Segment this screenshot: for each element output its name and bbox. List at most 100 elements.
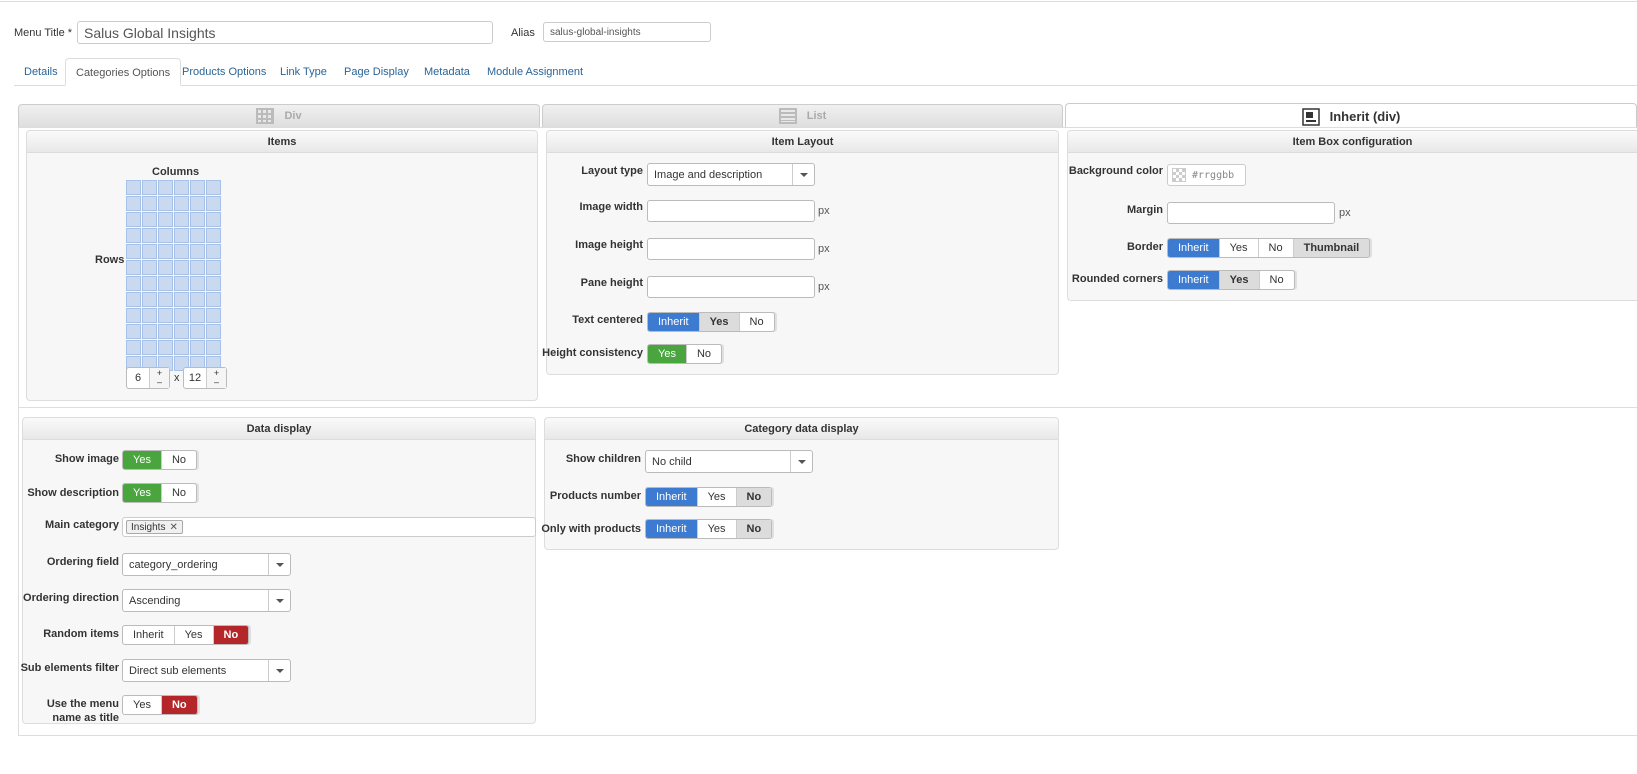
grid-cell[interactable]: [190, 292, 205, 307]
rounded-corners-no[interactable]: No: [1260, 271, 1294, 289]
layout-type-select[interactable]: Image and description: [647, 163, 815, 186]
grid-cell[interactable]: [206, 196, 221, 211]
grid-cell[interactable]: [174, 228, 189, 243]
grid-cell[interactable]: [174, 196, 189, 211]
text-centered-yes[interactable]: Yes: [699, 313, 740, 331]
menu-title-input[interactable]: Salus Global Insights: [77, 21, 493, 44]
grid-cell[interactable]: [206, 324, 221, 339]
random-items-no[interactable]: No: [213, 626, 249, 644]
tab-module-assignment[interactable]: Module Assignment: [477, 58, 593, 86]
grid-cell[interactable]: [174, 276, 189, 291]
show-image-toggle[interactable]: Yes No: [122, 450, 198, 470]
grid-cell[interactable]: [126, 324, 141, 339]
rounded-corners-yes[interactable]: Yes: [1219, 271, 1260, 289]
grid-cell[interactable]: [158, 244, 173, 259]
grid-cell[interactable]: [126, 244, 141, 259]
grid-cell[interactable]: [126, 180, 141, 195]
grid-cell[interactable]: [174, 292, 189, 307]
border-toggle[interactable]: Inherit Yes No Thumbnail: [1167, 238, 1371, 258]
grid-cell[interactable]: [158, 212, 173, 227]
grid-cell[interactable]: [142, 340, 157, 355]
tab-details[interactable]: Details: [14, 58, 68, 86]
columns-stepper[interactable]: 6 + –: [126, 367, 170, 389]
grid-cell[interactable]: [190, 324, 205, 339]
grid-cell[interactable]: [206, 244, 221, 259]
random-items-inherit[interactable]: Inherit: [123, 626, 175, 644]
grid-cell[interactable]: [206, 276, 221, 291]
tab-categories-options[interactable]: Categories Options: [65, 58, 182, 86]
grid-cell[interactable]: [174, 324, 189, 339]
grid-cell[interactable]: [126, 308, 141, 323]
rounded-corners-toggle[interactable]: Inherit Yes No: [1167, 270, 1295, 290]
grid-cell[interactable]: [190, 308, 205, 323]
grid-cell[interactable]: [142, 308, 157, 323]
grid-cell[interactable]: [190, 340, 205, 355]
grid-cell[interactable]: [206, 180, 221, 195]
layout-mode-div[interactable]: Div: [18, 104, 540, 127]
image-height-input[interactable]: [647, 238, 815, 260]
background-color-input[interactable]: #rrggbb: [1167, 164, 1246, 186]
only-with-products-toggle[interactable]: Inherit Yes No: [645, 519, 773, 539]
use-menu-name-toggle[interactable]: Yes No: [122, 695, 198, 715]
grid-cell[interactable]: [190, 228, 205, 243]
only-with-products-inherit[interactable]: Inherit: [646, 520, 698, 538]
products-number-yes[interactable]: Yes: [698, 488, 737, 506]
ordering-direction-select[interactable]: Ascending: [122, 589, 291, 612]
show-description-toggle[interactable]: Yes No: [122, 483, 198, 503]
grid-cell[interactable]: [142, 292, 157, 307]
columns-plus-minus[interactable]: + –: [149, 368, 169, 388]
text-centered-inherit[interactable]: Inherit: [648, 313, 700, 331]
grid-cell[interactable]: [158, 340, 173, 355]
only-with-products-yes[interactable]: Yes: [698, 520, 737, 538]
layout-mode-inherit[interactable]: Inherit (div): [1065, 103, 1637, 128]
grid-cell[interactable]: [174, 244, 189, 259]
border-yes[interactable]: Yes: [1220, 239, 1259, 257]
grid-cell[interactable]: [206, 228, 221, 243]
grid-cell[interactable]: [158, 180, 173, 195]
border-thumbnail[interactable]: Thumbnail: [1293, 239, 1370, 257]
tab-page-display[interactable]: Page Display: [334, 58, 419, 86]
tab-products-options[interactable]: Products Options: [172, 58, 276, 86]
grid-cell[interactable]: [190, 212, 205, 227]
ordering-field-select[interactable]: category_ordering: [122, 553, 291, 576]
grid-cell[interactable]: [190, 244, 205, 259]
border-no[interactable]: No: [1259, 239, 1294, 257]
random-items-toggle[interactable]: Inherit Yes No: [122, 625, 250, 645]
grid-cell[interactable]: [158, 276, 173, 291]
grid-cell[interactable]: [174, 180, 189, 195]
grid-cell[interactable]: [126, 260, 141, 275]
grid-cell[interactable]: [206, 308, 221, 323]
pane-height-input[interactable]: [647, 276, 815, 298]
grid-cell[interactable]: [206, 260, 221, 275]
grid-cell[interactable]: [142, 180, 157, 195]
grid-cell[interactable]: [190, 180, 205, 195]
grid-cell[interactable]: [206, 340, 221, 355]
items-grid-selector[interactable]: [126, 180, 221, 371]
tab-link-type[interactable]: Link Type: [270, 58, 337, 86]
grid-cell[interactable]: [126, 212, 141, 227]
rounded-corners-inherit[interactable]: Inherit: [1168, 271, 1220, 289]
grid-cell[interactable]: [206, 212, 221, 227]
grid-cell[interactable]: [158, 324, 173, 339]
grid-cell[interactable]: [142, 196, 157, 211]
grid-cell[interactable]: [126, 340, 141, 355]
grid-cell[interactable]: [142, 212, 157, 227]
layout-mode-list[interactable]: List: [542, 104, 1063, 127]
grid-cell[interactable]: [158, 228, 173, 243]
only-with-products-no[interactable]: No: [736, 520, 772, 538]
grid-cell[interactable]: [126, 292, 141, 307]
grid-cell[interactable]: [174, 340, 189, 355]
show-children-select[interactable]: No child: [645, 450, 813, 473]
show-image-no[interactable]: No: [162, 451, 196, 469]
remove-tag-icon[interactable]: ✕: [169, 522, 177, 533]
show-description-no[interactable]: No: [162, 484, 196, 502]
grid-cell[interactable]: [158, 260, 173, 275]
image-width-input[interactable]: [647, 200, 815, 222]
use-menu-name-no[interactable]: No: [161, 696, 197, 714]
grid-cell[interactable]: [126, 228, 141, 243]
grid-cell[interactable]: [190, 196, 205, 211]
height-consistency-toggle[interactable]: Yes No: [647, 344, 723, 364]
grid-cell[interactable]: [190, 276, 205, 291]
products-number-no[interactable]: No: [736, 488, 772, 506]
grid-cell[interactable]: [158, 308, 173, 323]
